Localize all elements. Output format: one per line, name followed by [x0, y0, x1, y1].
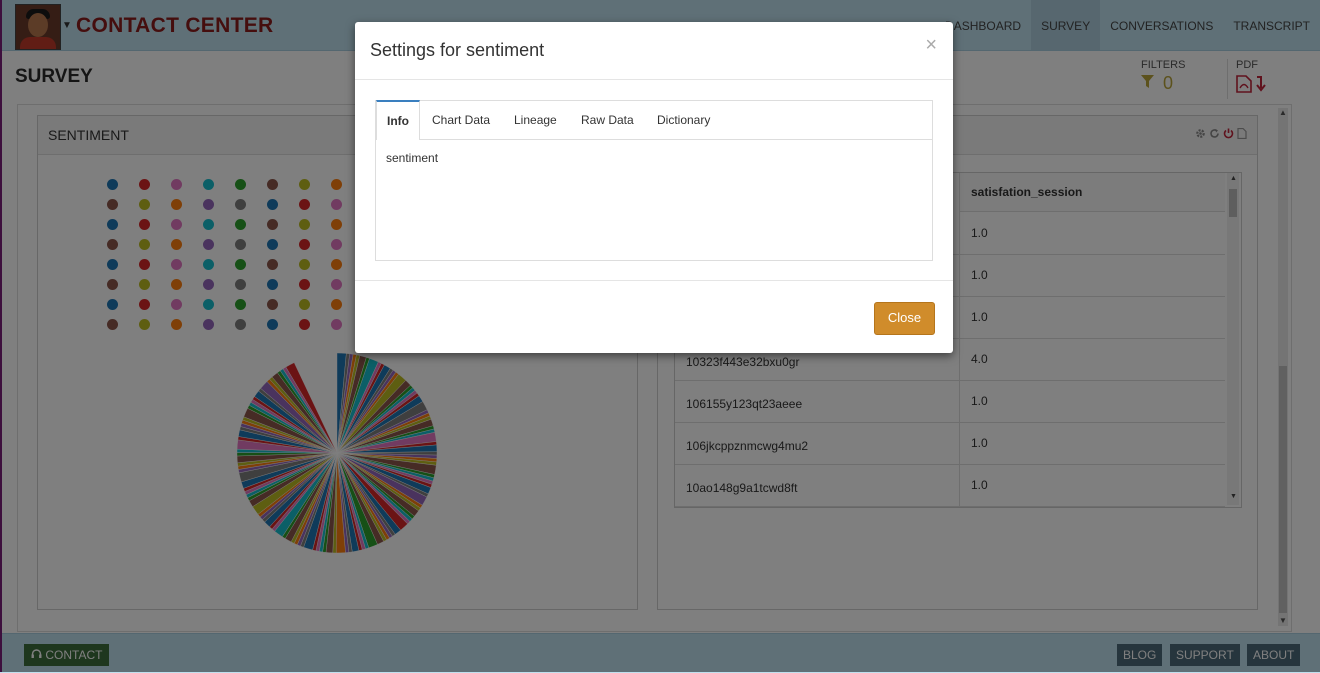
- tab-dictionary[interactable]: Dictionary: [647, 101, 720, 139]
- modal-tabs: Info Chart Data Lineage Raw Data Diction…: [375, 100, 933, 261]
- modal-footer: Close: [355, 280, 953, 354]
- tab-bar: Info Chart Data Lineage Raw Data Diction…: [376, 100, 932, 140]
- settings-modal: Settings for sentiment × Info Chart Data…: [355, 22, 953, 353]
- info-tab-content: sentiment: [386, 151, 439, 165]
- modal-header: Settings for sentiment ×: [355, 22, 953, 80]
- modal-title: Settings for sentiment: [370, 40, 545, 60]
- close-button[interactable]: Close: [874, 302, 935, 335]
- tab-raw-data[interactable]: Raw Data: [571, 101, 644, 139]
- tab-info[interactable]: Info: [376, 100, 420, 140]
- app-root: ▼ CONTACT CENTER DASHBOARD SURVEY CONVER…: [0, 0, 1320, 673]
- tab-lineage[interactable]: Lineage: [504, 101, 567, 139]
- tab-chart-data[interactable]: Chart Data: [422, 101, 500, 139]
- close-icon[interactable]: ×: [925, 34, 937, 57]
